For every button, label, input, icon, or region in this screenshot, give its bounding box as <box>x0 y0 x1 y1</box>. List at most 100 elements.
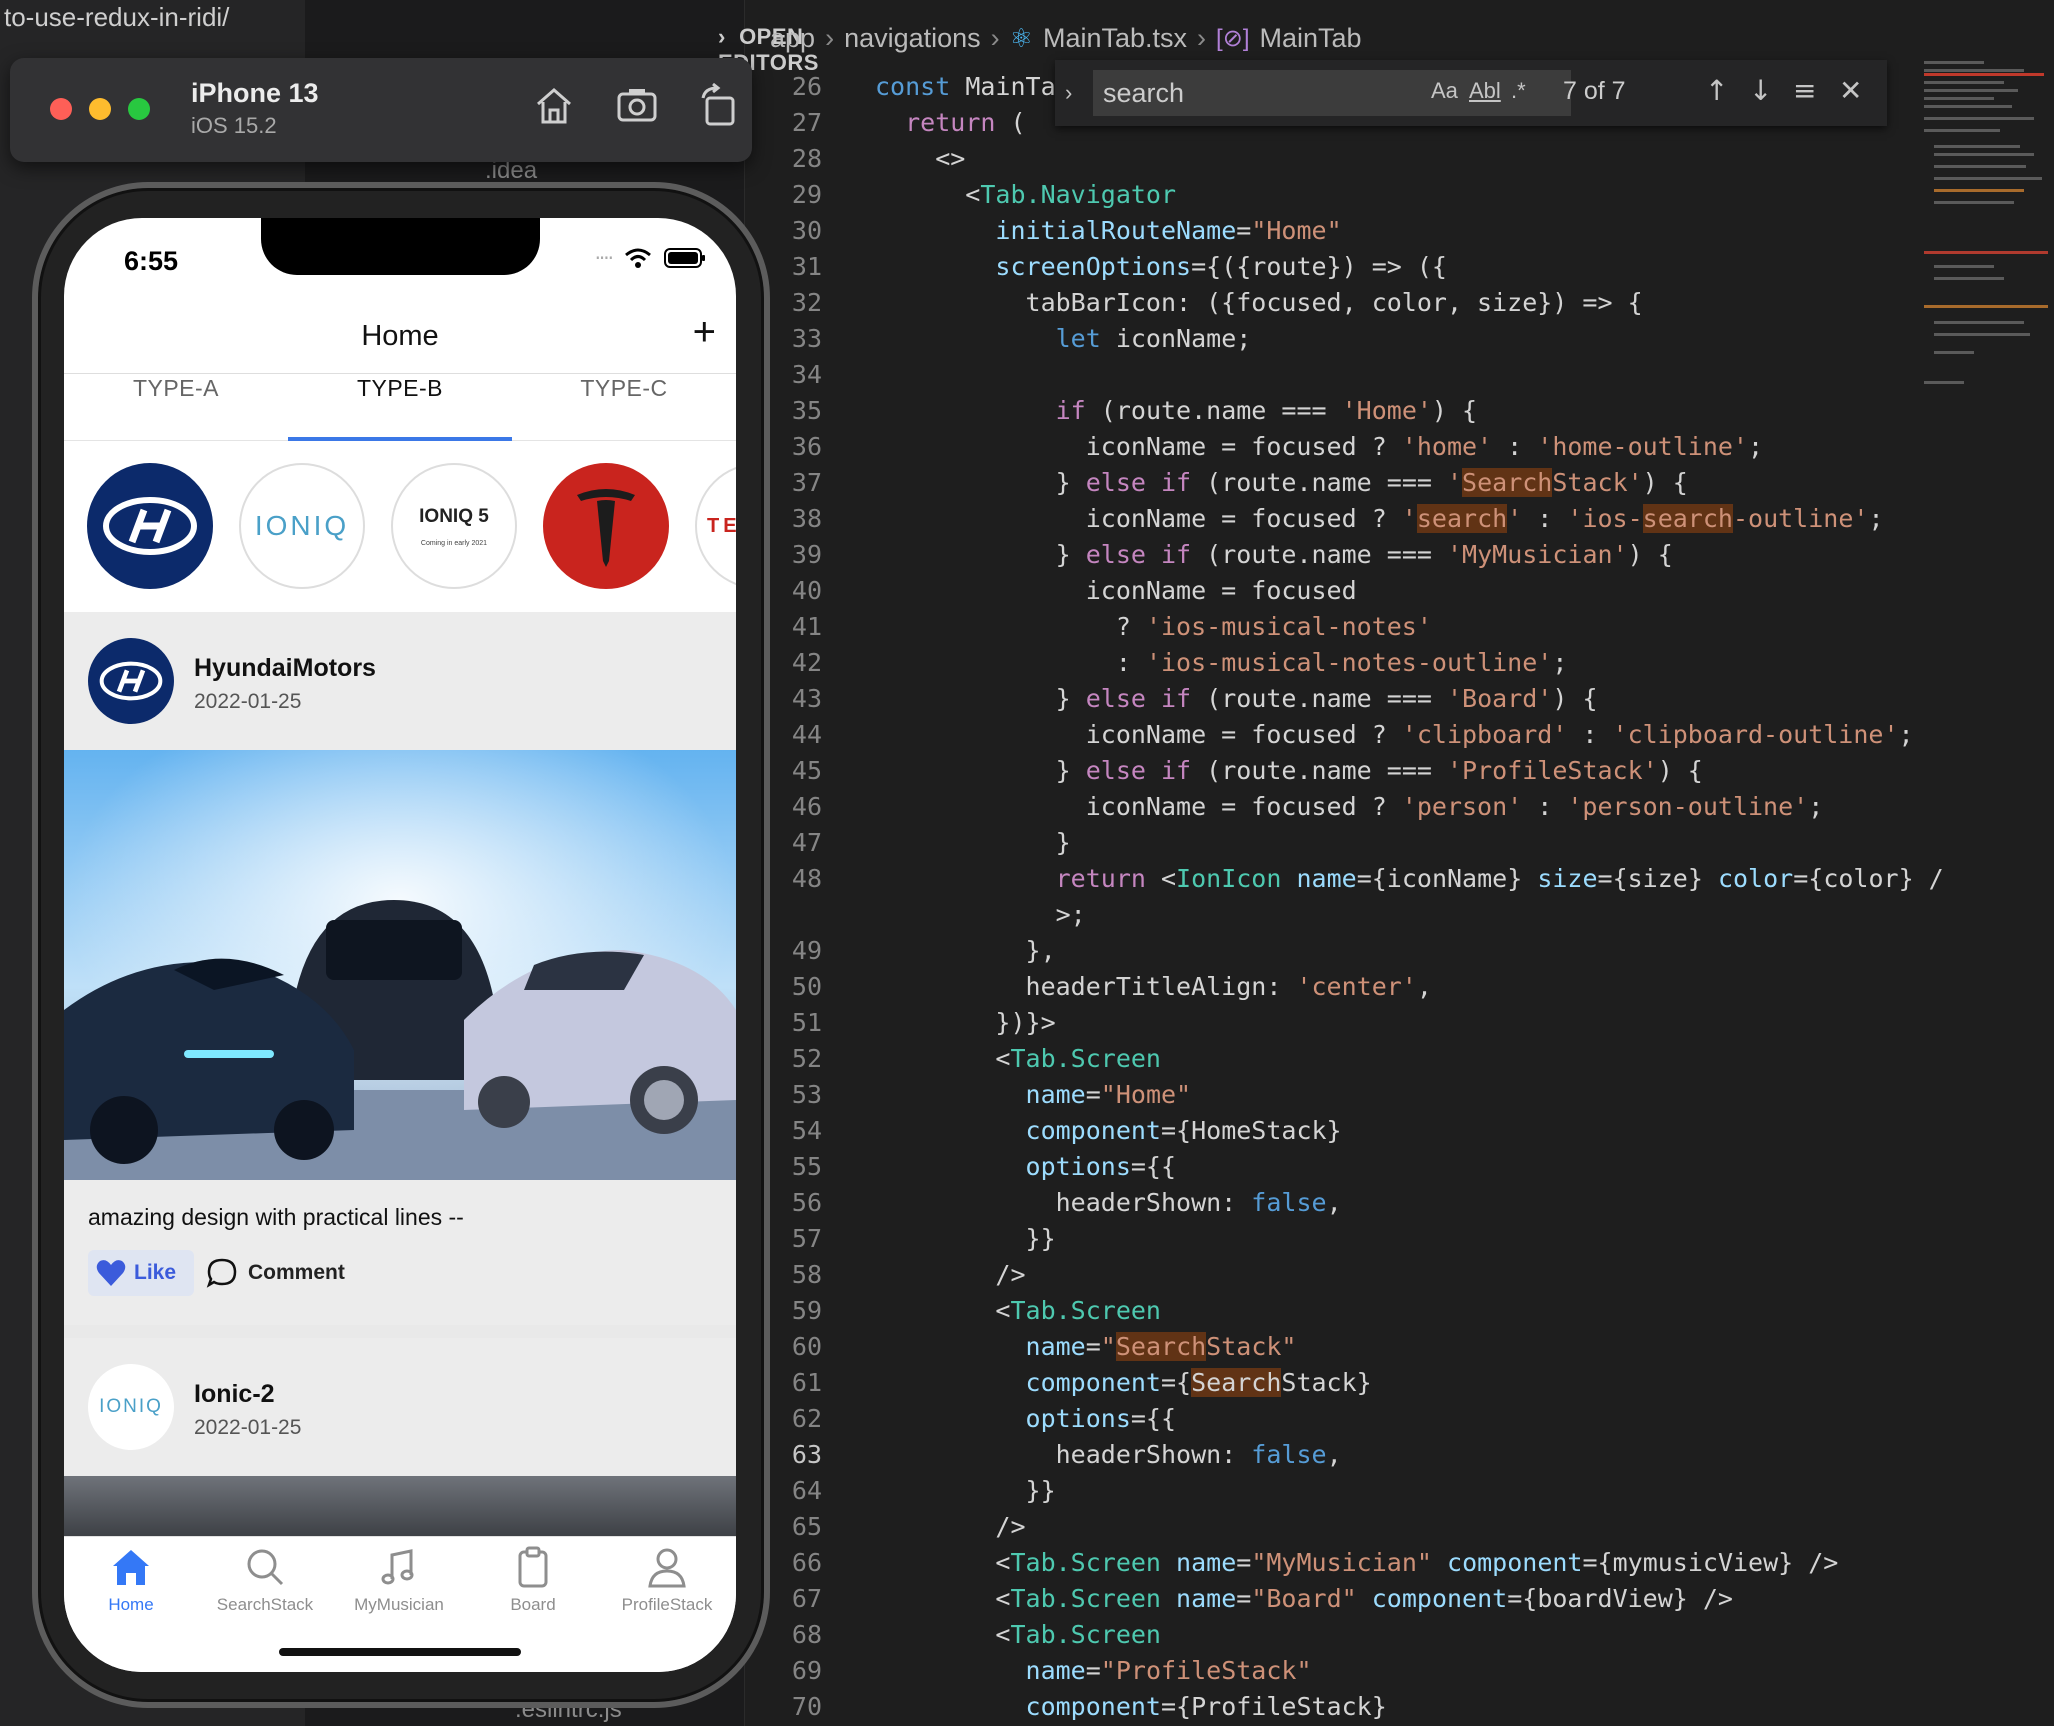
rotate-icon[interactable] <box>695 82 743 130</box>
code-line[interactable]: 47 } <box>770 825 1900 861</box>
tab-type-c[interactable]: TYPE-C <box>512 375 736 441</box>
code-line[interactable]: 56 headerShown: false, <box>770 1185 1900 1221</box>
chevron-right-icon: › <box>990 22 1000 53</box>
tab-type-a[interactable]: TYPE-A <box>64 375 288 441</box>
bottom-tab-profilestack[interactable]: ProfileStack <box>600 1545 734 1615</box>
line-number: 39 <box>791 540 822 569</box>
code-line[interactable]: 51 })}> <box>770 1005 1900 1041</box>
code-line[interactable]: 52 <Tab.Screen <box>770 1041 1900 1077</box>
story-ioniq[interactable]: IONIQ <box>239 463 365 589</box>
code-line[interactable]: 70 component={ProfileStack} <box>770 1689 1900 1725</box>
code-line[interactable]: 28 <> <box>770 141 1900 177</box>
breadcrumb-item[interactable]: navigations <box>844 23 981 54</box>
post-image[interactable] <box>64 750 736 1180</box>
code-line[interactable]: 36 iconName = focused ? 'home' : 'home-o… <box>770 429 1900 465</box>
post-author[interactable]: HyundaiMotors <box>194 654 376 683</box>
code-line[interactable]: 58 /> <box>770 1257 1900 1293</box>
line-number: 59 <box>791 1296 822 1325</box>
minimap[interactable] <box>1920 55 2050 395</box>
code-line[interactable]: 31 screenOptions={({route}) => ({ <box>770 249 1900 285</box>
code-line[interactable]: 64 }} <box>770 1473 1900 1509</box>
screenshot-icon[interactable] <box>613 82 661 130</box>
code-line[interactable]: 41 ? 'ios-musical-notes' <box>770 609 1900 645</box>
use-regex-toggle[interactable]: .* <box>1511 78 1526 104</box>
code-text: return <IonIcon name={iconName} size={si… <box>1055 864 1944 893</box>
breadcrumb-item[interactable]: MainTab.tsx <box>1043 23 1187 54</box>
minimize-window-button[interactable] <box>89 98 111 120</box>
stories-row: IONIQ IONIQ 5 Coming in early 2021 TE <box>64 442 736 612</box>
code-text: iconName = focused ? 'search' : 'ios-sea… <box>875 504 1884 533</box>
code-line[interactable]: 46 iconName = focused ? 'person' : 'pers… <box>770 789 1900 825</box>
code-line[interactable]: 50 headerTitleAlign: 'center', <box>770 969 1900 1005</box>
post-author[interactable]: Ionic-2 <box>194 1380 275 1409</box>
code-line[interactable]: 53 name="Home" <box>770 1077 1900 1113</box>
breadcrumb-item[interactable]: MainTab <box>1260 23 1362 54</box>
code-line[interactable]: 30 initialRouteName="Home" <box>770 213 1900 249</box>
line-number: 56 <box>791 1188 822 1217</box>
post-image[interactable] <box>64 1476 736 1538</box>
code-line[interactable]: 35 if (route.name === 'Home') { <box>770 393 1900 429</box>
tab-type-b[interactable]: TYPE-B <box>288 375 512 441</box>
code-line[interactable]: 48 return <IonIcon name={iconName} size=… <box>770 861 1944 897</box>
code-text: component={SearchStack} <box>1025 1368 1372 1397</box>
match-whole-word-toggle[interactable]: Abl <box>1469 78 1501 104</box>
code-line[interactable]: 29 <Tab.Navigator <box>770 177 1900 213</box>
line-number: 48 <box>791 864 822 893</box>
code-line[interactable]: 54 component={HomeStack} <box>770 1113 1900 1149</box>
code-line[interactable]: >; <box>770 897 1900 933</box>
code-line[interactable]: 40 iconName = focused <box>770 573 1900 609</box>
story-tesla[interactable] <box>543 463 669 589</box>
bottom-tab-searchstack[interactable]: SearchStack <box>198 1545 332 1615</box>
match-case-toggle[interactable]: Aa <box>1431 78 1458 104</box>
code-line[interactable]: 42 : 'ios-musical-notes-outline'; <box>770 645 1900 681</box>
code-line[interactable]: 44 iconName = focused ? 'clipboard' : 'c… <box>770 717 1914 753</box>
code-line[interactable]: 60 name="SearchStack" <box>770 1329 1900 1365</box>
code-line[interactable]: 32 tabBarIcon: ({focused, color, size}) … <box>770 285 1900 321</box>
code-line[interactable]: 68 <Tab.Screen <box>770 1617 1900 1653</box>
home-icon[interactable] <box>530 82 578 130</box>
zoom-window-button[interactable] <box>128 98 150 120</box>
next-match-icon[interactable]: ↓ <box>1749 74 1772 107</box>
previous-match-icon[interactable]: ↑ <box>1705 74 1728 107</box>
code-line[interactable]: 34 <box>770 357 1900 393</box>
toggle-replace-icon[interactable]: › <box>1065 80 1093 106</box>
code-text: } else if (route.name === 'Board') { <box>875 684 1598 713</box>
post-avatar[interactable]: IONIQ <box>88 1364 174 1450</box>
line-number: 50 <box>791 972 822 1001</box>
code-line[interactable]: 39 } else if (route.name === 'MyMusician… <box>770 537 1900 573</box>
close-window-button[interactable] <box>50 98 72 120</box>
bottom-tab-board[interactable]: Board <box>466 1545 600 1615</box>
bottom-tab-home[interactable]: Home <box>64 1545 198 1615</box>
code-line[interactable]: 45 } else if (route.name === 'ProfileSta… <box>770 753 1900 789</box>
code-area[interactable]: 26 const MainTa 27 return (28 <> 29 <Tab.Na… <box>770 69 1944 1725</box>
breadcrumb-item[interactable]: app <box>770 23 815 54</box>
code-line[interactable]: 49 }, <box>770 933 1900 969</box>
add-button[interactable]: + <box>693 310 716 355</box>
code-text: <Tab.Screen name="Board" component={boar… <box>875 1584 1733 1613</box>
code-line[interactable]: 57 }} <box>770 1221 1900 1257</box>
code-line[interactable]: 62 options={{ <box>770 1401 1900 1437</box>
code-line[interactable]: 59 <Tab.Screen <box>770 1293 1900 1329</box>
code-line[interactable]: 61 component={SearchStack} <box>770 1365 1900 1401</box>
code-line[interactable]: 63 headerShown: false, <box>770 1437 1900 1473</box>
story-tesla-wordmark[interactable]: TE <box>695 463 736 589</box>
code-line[interactable]: 66 <Tab.Screen name="MyMusician" compone… <box>770 1545 1900 1581</box>
code-line[interactable]: 67 <Tab.Screen name="Board" component={b… <box>770 1581 1900 1617</box>
like-button[interactable]: Like <box>88 1250 194 1296</box>
code-line[interactable]: 33 let iconName; <box>770 321 1900 357</box>
code-line[interactable]: 55 options={{ <box>770 1149 1900 1185</box>
close-icon[interactable]: ✕ <box>1839 74 1862 107</box>
code-line[interactable]: 43 } else if (route.name === 'Board') { <box>770 681 1900 717</box>
bottom-tab-mymusician[interactable]: MyMusician <box>332 1545 466 1615</box>
story-ioniq5[interactable]: IONIQ 5 Coming in early 2021 <box>391 463 517 589</box>
code-line[interactable]: 37 } else if (route.name === 'SearchStac… <box>770 465 1900 501</box>
like-label: Like <box>134 1261 177 1284</box>
comment-button[interactable]: Comment <box>206 1250 345 1296</box>
post-avatar[interactable] <box>88 638 174 724</box>
code-line[interactable]: 69 name="ProfileStack" <box>770 1653 1900 1689</box>
code-line[interactable]: 38 iconName = focused ? 'search' : 'ios-… <box>770 501 1900 537</box>
find-in-selection-icon[interactable]: ≡ <box>1793 74 1816 107</box>
code-line[interactable]: 65 /> <box>770 1509 1900 1545</box>
feed[interactable]: HyundaiMotors 2022-01-25 amazing design … <box>64 612 736 1538</box>
story-hyundai[interactable] <box>87 463 213 589</box>
